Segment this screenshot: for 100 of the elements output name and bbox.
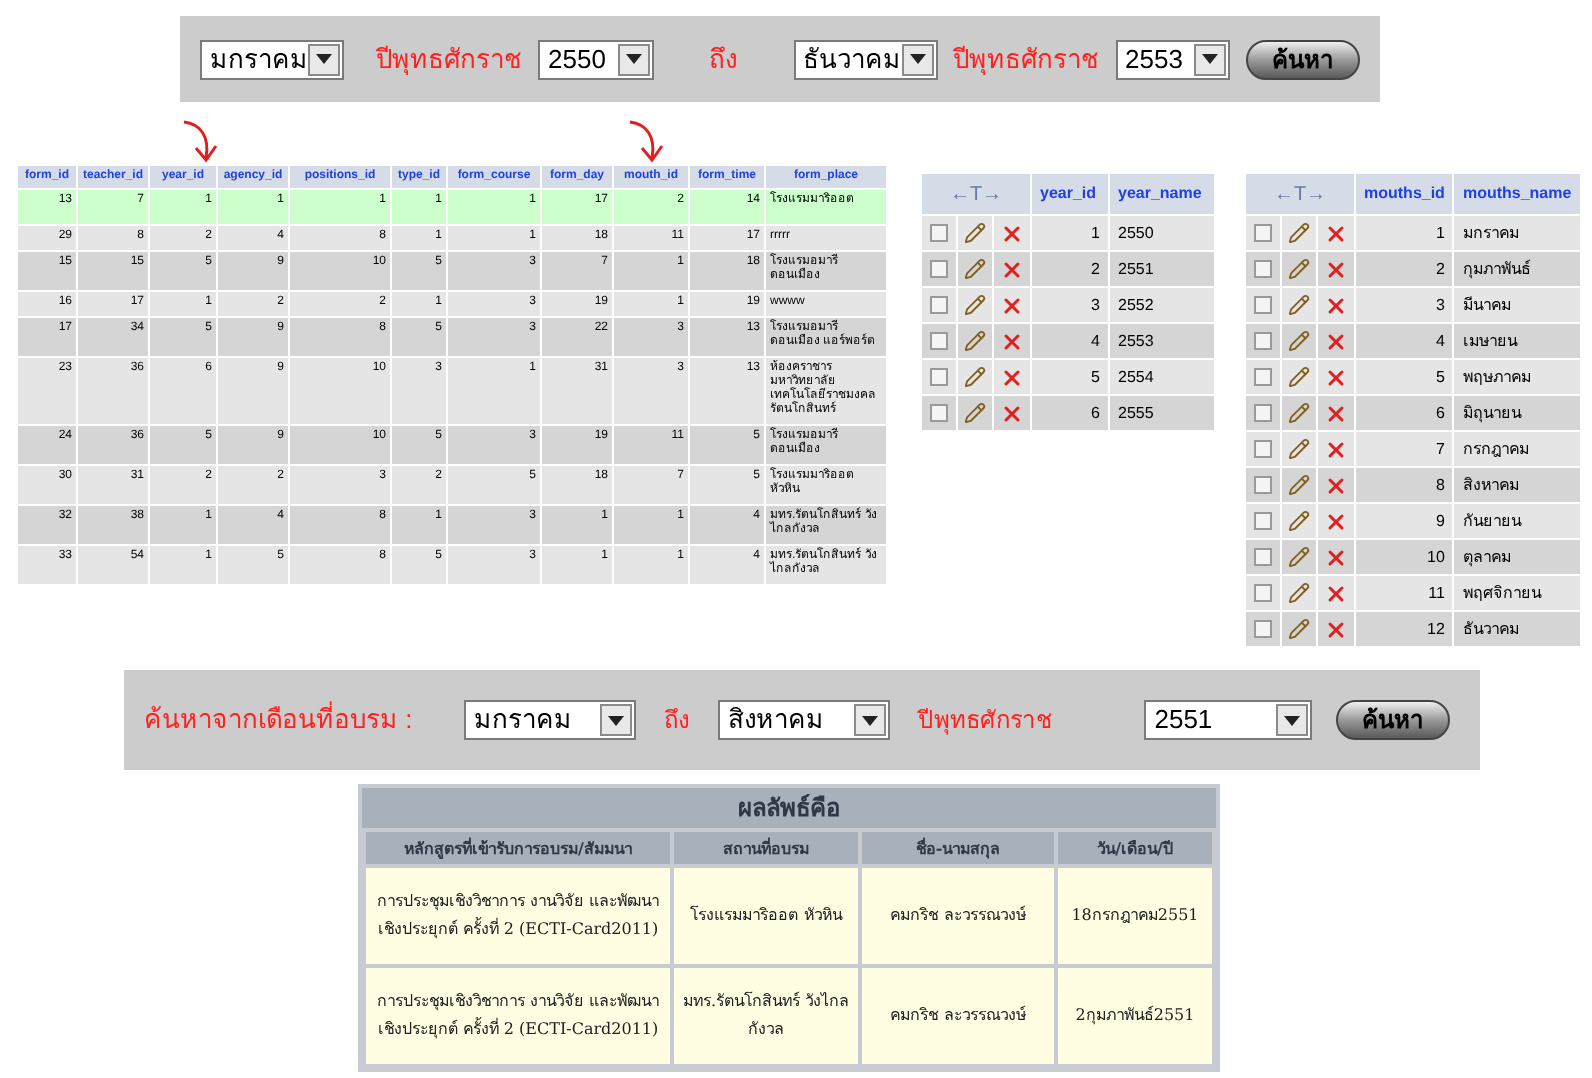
table-cell: 11 [1356,576,1453,610]
edit-icon[interactable] [1288,546,1310,568]
table-cell: 1 [1356,216,1453,250]
select-field[interactable]: 2551 [1144,700,1313,740]
edit-icon[interactable] [1288,294,1310,316]
table-cell: โรงแรมมาริออต หัวหิน [674,868,858,964]
edit-icon[interactable] [1288,618,1310,640]
table-cell: 2554 [1110,360,1214,394]
edit-icon[interactable] [1288,366,1310,388]
table-cell: มีนาคม [1454,288,1580,322]
edit-icon[interactable] [1288,510,1310,532]
field-label: ปีพุทธศักราช [376,41,522,79]
table-cell: มิถุนายน [1454,396,1580,430]
table-cell: พฤษภาคม [1454,360,1580,394]
table-cell: มกราคม [1454,216,1580,250]
checkbox[interactable] [930,260,948,278]
checkbox[interactable] [1254,404,1272,422]
delete-icon[interactable] [1324,617,1348,641]
table-cell: การประชุมเชิงวิชาการ งานวิจัย และพัฒนาเชิงประยุกต์ ครั้งที่ 2 (ECTI-Card2011) [366,868,670,964]
checkbox[interactable] [1254,368,1272,386]
delete-icon[interactable] [1000,221,1024,245]
results-title: ผลลัพธ์คือ [362,788,1216,828]
delete-icon[interactable] [1324,581,1348,605]
table-cell: 5 [1032,360,1108,394]
checkbox[interactable] [1254,476,1272,494]
edit-icon[interactable] [964,258,986,280]
edit-icon[interactable] [1288,582,1310,604]
table-cell: คมกริช ละวรรณวงษ์ [862,868,1054,964]
column-header: หลักสูตรที่เข้ารับการอบรม/สัมมนา [366,832,670,864]
checkbox[interactable] [930,296,948,314]
edit-icon[interactable] [1288,258,1310,280]
edit-icon[interactable] [1288,222,1310,244]
checkbox[interactable] [1254,260,1272,278]
table-cell: 7 [1356,432,1453,466]
checkbox[interactable] [1254,332,1272,350]
checkbox[interactable] [1254,296,1272,314]
delete-icon[interactable] [1324,473,1348,497]
edit-icon[interactable] [964,294,986,316]
checkbox[interactable] [1254,620,1272,638]
edit-icon[interactable] [964,222,986,244]
checkbox[interactable] [930,332,948,350]
column-header[interactable]: year_name [1110,174,1214,214]
column-header: ←T→ [1246,174,1354,214]
column-header[interactable]: mouths_name [1454,174,1580,214]
checkbox[interactable] [1254,224,1272,242]
checkbox[interactable] [1254,584,1272,602]
delete-icon[interactable] [1000,257,1024,281]
checkbox[interactable] [930,404,948,422]
column-header: สถานที่อบรม [674,832,858,864]
table-cell: มทร.รัตนโกสินทร์ วังไกลกังวล [674,968,858,1064]
table-cell: การประชุมเชิงวิชาการ งานวิจัย และพัฒนาเชิงประยุกต์ ครั้งที่ 2 (ECTI-Card2011) [366,968,670,1064]
search-button[interactable]: ค้นหา [1246,39,1360,79]
edit-icon[interactable] [1288,474,1310,496]
checkbox[interactable] [1254,440,1272,458]
table-cell: 4 [1356,324,1453,358]
table-cell: 9 [1356,504,1453,538]
field-label: ค้นหาจากเดือนที่อบรม : [144,700,413,739]
select-field[interactable]: มกราคม [200,39,344,79]
column-header: วัน/เดือน/ปี [1058,832,1212,864]
select-field[interactable]: ธันวาคม [793,39,937,79]
edit-icon[interactable] [1288,402,1310,424]
edit-icon[interactable] [964,402,986,424]
delete-icon[interactable] [1000,293,1024,317]
column-header: ←T→ [922,174,1030,214]
table-cell: 2552 [1110,288,1214,322]
annotation-arrow [626,120,666,164]
checkbox[interactable] [1254,548,1272,566]
checkbox[interactable] [930,224,948,242]
delete-icon[interactable] [1324,509,1348,533]
select-field[interactable]: สิงหาคม [718,700,891,740]
edit-icon[interactable] [964,330,986,352]
table-cell: 2553 [1110,324,1214,358]
column-header[interactable]: mouths_id [1356,174,1453,214]
delete-icon[interactable] [1324,293,1348,317]
select-field[interactable]: 2550 [538,39,653,79]
delete-icon[interactable] [1324,437,1348,461]
delete-icon[interactable] [1324,401,1348,425]
edit-icon[interactable] [1288,438,1310,460]
annotation-arrow [180,120,220,164]
delete-icon[interactable] [1324,365,1348,389]
checkbox[interactable] [930,368,948,386]
delete-icon[interactable] [1324,221,1348,245]
table-cell: สิงหาคม [1454,468,1580,502]
checkbox[interactable] [1254,512,1272,530]
edit-icon[interactable] [1288,330,1310,352]
table-cell: 10 [1356,540,1453,574]
delete-icon[interactable] [1324,257,1348,281]
delete-icon[interactable] [1324,329,1348,353]
field-label: ปีพุทธศักราช [918,704,1053,738]
select-field[interactable]: มกราคม [464,700,637,740]
delete-icon[interactable] [1324,545,1348,569]
search-button[interactable]: ค้นหา [1336,700,1451,740]
column-header[interactable]: year_id [1032,174,1108,214]
delete-icon[interactable] [1000,329,1024,353]
select-field[interactable]: 2553 [1115,39,1230,79]
delete-icon[interactable] [1000,365,1024,389]
field-label: ปีพุทธศักราช [953,41,1099,79]
delete-icon[interactable] [1000,401,1024,425]
edit-icon[interactable] [964,366,986,388]
table-cell: คมกริช ละวรรณวงษ์ [862,968,1054,1064]
